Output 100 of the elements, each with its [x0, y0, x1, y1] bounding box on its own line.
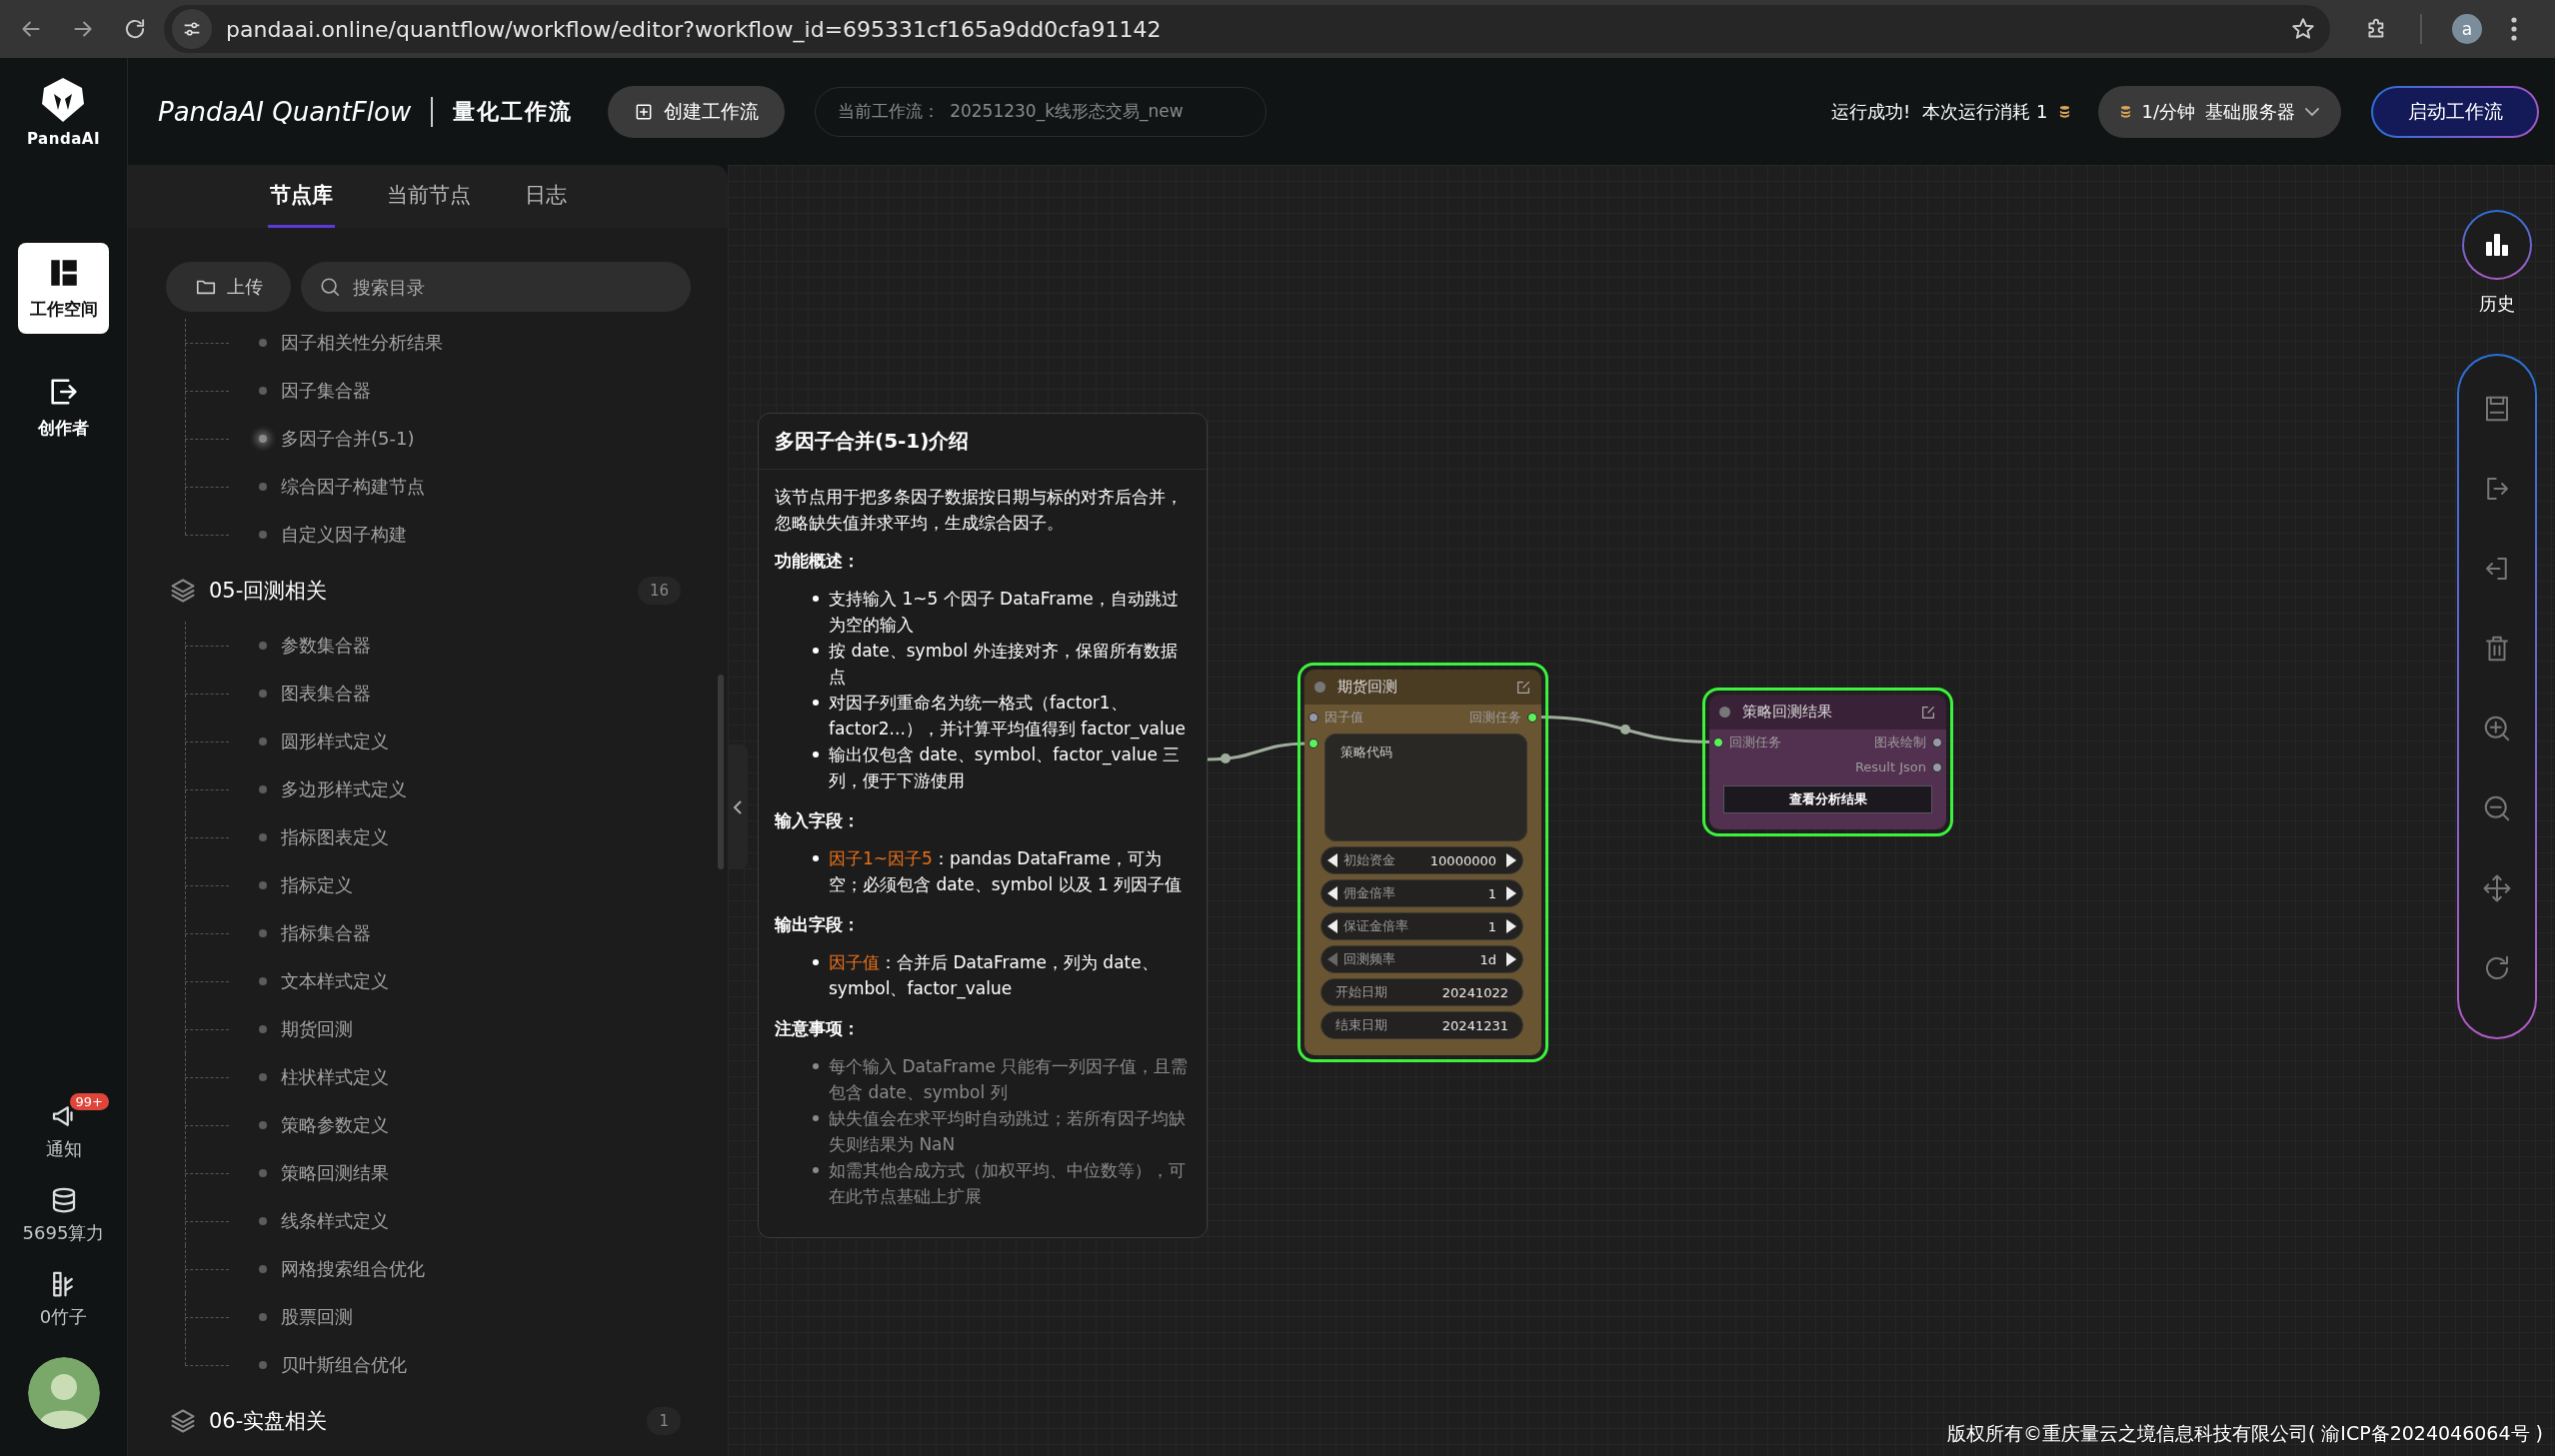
intro-text: 该节点用于把多条因子数据按日期与标的对齐后合并，忽略缺失值并求平均，生成综合因子。	[775, 486, 1184, 535]
edit-icon	[1515, 679, 1531, 696]
popup-title: 多因子合并(5-1)介绍	[759, 414, 1207, 470]
number-stepper[interactable]: 保证金倍率 1	[1320, 912, 1523, 940]
bullet-text: 每个输入 DataFrame 只能有一列因子值，且需包含 date、symbol 列	[829, 1055, 1190, 1104]
field-value: 1	[1487, 918, 1496, 934]
right-arrow-icon[interactable]	[1506, 886, 1516, 900]
nav-item[interactable]: 工作空间	[18, 243, 109, 334]
panel-tab[interactable]: 日志	[523, 165, 569, 228]
group-title[interactable]: 05-回测相关	[209, 576, 328, 605]
tree-item[interactable]: 因子集合器	[281, 379, 371, 403]
move-icon[interactable]	[2482, 873, 2512, 903]
tree-item[interactable]: 期货回测	[281, 1017, 353, 1041]
right-arrow-icon[interactable]	[1506, 952, 1516, 966]
coin-icon	[2120, 105, 2132, 118]
app-title: PandaAI QuantFlow	[158, 96, 412, 127]
tree-item[interactable]: 参数集合器	[281, 634, 371, 658]
zoom-in-icon[interactable]	[2482, 714, 2512, 743]
history-label: 历史	[2479, 292, 2515, 316]
section-heading: 注意事项：	[775, 1017, 861, 1040]
tree-item[interactable]: 股票回测	[281, 1305, 353, 1329]
number-stepper[interactable]: 回测频率 1d	[1320, 945, 1523, 973]
tree-item[interactable]: 指标图表定义	[281, 825, 389, 849]
site-settings-icon[interactable]	[172, 9, 212, 49]
view-results-button[interactable]: 查看分析结果	[1723, 785, 1932, 813]
tree-item[interactable]: 文本样式定义	[281, 969, 389, 993]
port-dot[interactable]	[1932, 761, 1942, 772]
menu-icon[interactable]	[2510, 16, 2518, 42]
search-icon	[319, 276, 341, 298]
address-bar[interactable]: pandaai.online/quantflow/workflow/editor?workflow_id=695331cf165a9dd0cfa91142	[164, 5, 2330, 53]
url-text: pandaai.online/quantflow/workflow/editor?workflow_id=695331cf165a9dd0cfa91142	[226, 16, 1163, 42]
search-field[interactable]: 搜索目录	[301, 262, 691, 312]
bullet-icon	[813, 1063, 819, 1069]
port-label: 图表绘制	[1874, 732, 1926, 751]
tree-item[interactable]: 因子相关性分析结果	[281, 331, 443, 355]
field-label: 开始日期	[1335, 983, 1387, 1001]
scrollbar[interactable]	[718, 675, 724, 869]
field-label: 结束日期	[1335, 1016, 1387, 1034]
nav-item[interactable]: 创作者	[18, 362, 109, 453]
port-dot[interactable]	[1527, 712, 1537, 723]
user-avatar[interactable]	[27, 1357, 100, 1429]
start-workflow-button[interactable]: 启动工作流	[2371, 85, 2539, 138]
tree-item[interactable]: 综合因子构建节点	[281, 475, 425, 499]
tree-item[interactable]: 指标集合器	[281, 921, 371, 945]
number-stepper[interactable]: 初始资金 10000000	[1320, 846, 1523, 874]
tree-item[interactable]: 柱状样式定义	[281, 1065, 389, 1089]
bullet-icon	[813, 751, 819, 757]
left-arrow-icon[interactable]	[1327, 886, 1337, 900]
history-button[interactable]	[2462, 210, 2532, 280]
tree-item[interactable]: 策略回测结果	[281, 1161, 389, 1185]
bullet-icon	[813, 959, 819, 965]
right-arrow-icon[interactable]	[1506, 919, 1516, 933]
panel-tab[interactable]: 节点库	[268, 165, 335, 228]
left-arrow-icon[interactable]	[1327, 853, 1337, 867]
node-frame[interactable]: 期货回测 因子值 回测任务 策略代码 初始资金 10000000 佣金倍率 1 保证金倍率 1 回测频率 1d 开始日期 20241022 结束日期 20241231	[1297, 663, 1548, 1062]
count-badge: 1	[647, 1406, 681, 1435]
port-dot[interactable]	[1308, 738, 1318, 748]
tree-item[interactable]: 网格搜索组合优化	[281, 1257, 425, 1281]
bullet-icon	[813, 648, 819, 654]
field-value: 1d	[1479, 951, 1496, 967]
tree-item[interactable]: 多边形样式定义	[281, 777, 407, 801]
tree-item[interactable]: 多因子合并(5-1)	[281, 427, 415, 451]
number-stepper[interactable]: 佣金倍率 1	[1320, 879, 1523, 907]
port-dot[interactable]	[1932, 736, 1942, 747]
text-field[interactable]: 开始日期 20241022	[1320, 978, 1523, 1006]
port-dot[interactable]	[1308, 712, 1318, 723]
field-label: 佣金倍率	[1343, 884, 1395, 902]
edit-icon	[1920, 704, 1936, 721]
left-arrow-icon[interactable]	[1327, 919, 1337, 933]
node-frame[interactable]: 策略回测结果 回测任务 图表绘制 Result Json 查看分析结果	[1702, 688, 1953, 836]
bullet-icon	[813, 855, 819, 861]
port-dot[interactable]	[1713, 736, 1723, 747]
tree-item[interactable]: 贝叶斯组合优化	[281, 1353, 407, 1377]
bullet-icon	[813, 1167, 819, 1173]
count-badge: 99+	[69, 1093, 109, 1110]
zoom-out-icon[interactable]	[2482, 793, 2512, 823]
stat-label[interactable]: 0竹子	[39, 1305, 88, 1329]
field-label: 保证金倍率	[1343, 917, 1408, 935]
create-workflow-button[interactable]: 创建工作流	[608, 85, 786, 138]
field-value: 20251230_k线形态交易_new	[950, 100, 1184, 123]
app-subtitle: 量化工作流	[453, 97, 574, 126]
panel-tab[interactable]: 当前节点	[385, 165, 473, 228]
stat-label[interactable]: 通知	[45, 1137, 82, 1161]
stat-label[interactable]: 5695算力	[22, 1221, 105, 1245]
tree-item[interactable]: 策略参数定义	[281, 1113, 389, 1137]
tree-item[interactable]: 指标定义	[281, 873, 353, 897]
section-heading: 功能概述：	[775, 550, 861, 573]
tree-item[interactable]: 图表集合器	[281, 682, 371, 706]
tree-item[interactable]: 线条样式定义	[281, 1209, 389, 1233]
nav-label: 工作空间	[29, 298, 98, 321]
collapse-handle[interactable]	[728, 744, 748, 869]
group-title[interactable]: 06-实盘相关	[209, 1406, 328, 1435]
count-badge: 16	[637, 576, 681, 605]
code-field[interactable]: 策略代码	[1324, 733, 1527, 841]
right-arrow-icon[interactable]	[1506, 853, 1516, 867]
tree-item[interactable]: 圆形样式定义	[281, 729, 389, 753]
tree-item[interactable]: 自定义因子构建	[281, 523, 407, 547]
text-field[interactable]: 结束日期 20241231	[1320, 1011, 1523, 1039]
upload-button[interactable]: 上传	[166, 262, 291, 312]
server-dropdown[interactable]: 1/分钟 基础服务器	[2098, 85, 2341, 138]
